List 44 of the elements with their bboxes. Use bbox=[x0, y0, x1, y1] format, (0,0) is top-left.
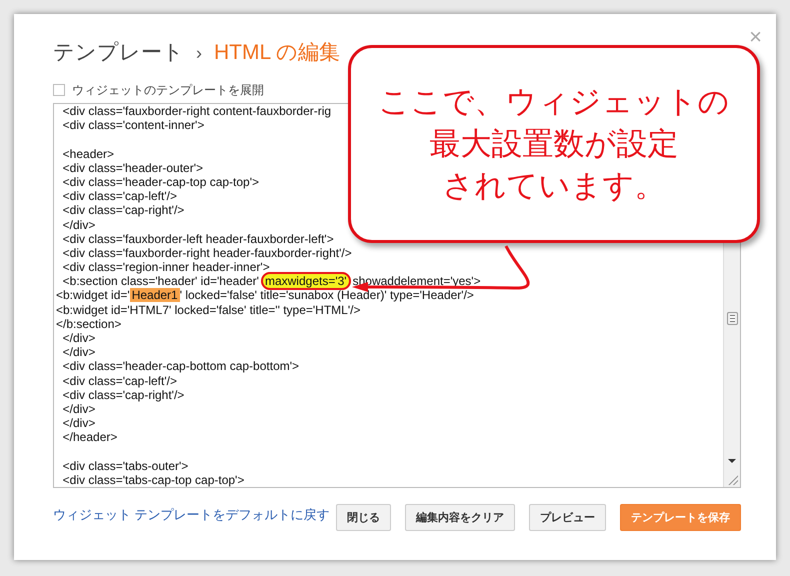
checkbox-label: ウィジェットのテンプレートを展開 bbox=[72, 82, 264, 98]
highlighted-text: Header1 bbox=[130, 288, 180, 302]
code-text: <b:section class='header' id='header' bbox=[62, 274, 259, 288]
code-line: <div class='header-outer'> bbox=[62, 160, 203, 175]
code-line: </div> bbox=[62, 331, 96, 346]
code-line: </header> bbox=[62, 430, 118, 444]
code-line: </div> bbox=[62, 402, 96, 416]
code-line: <div class='tabs-cap-top cap-top'> bbox=[62, 472, 244, 487]
code-text: showaddelement='yes'> bbox=[352, 274, 481, 288]
scroll-thumb[interactable] bbox=[726, 312, 738, 325]
code-line: </div> bbox=[62, 345, 96, 360]
code-text: ' locked='false' title='sunabox (Header)' type='Header'/> bbox=[180, 288, 474, 302]
code-line: <div class='content-inner'> bbox=[62, 118, 204, 132]
callout-text: されています。 bbox=[442, 168, 666, 204]
callout-text: ここで、ウィジェットの bbox=[378, 84, 730, 120]
scroll-down-icon[interactable] bbox=[728, 459, 736, 463]
dialog-button[interactable]: 閉じる bbox=[336, 504, 391, 531]
checkbox[interactable] bbox=[53, 84, 65, 96]
reset-link[interactable]: ウィジェット テンプレートをデフォルトに戻す bbox=[53, 506, 330, 524]
code-line: <div class='cap-right'/> bbox=[62, 388, 184, 402]
resize-grip-icon[interactable] bbox=[726, 473, 738, 485]
code-line: <div class='region-inner header-inner'> bbox=[62, 260, 270, 274]
code-line: <div class='fauxborder-right header-fauxborder-right'/> bbox=[62, 246, 352, 260]
code-line: <header> bbox=[62, 146, 114, 161]
code-line: <div class='header-cap-top cap-top'> bbox=[62, 174, 260, 190]
code-line: </b:section> bbox=[56, 316, 122, 331]
code-line: <div class='fauxborder-left header-fauxborder-left'> bbox=[62, 232, 334, 246]
code-line: <b:widget id='HTML7' locked='false' title='' type='HTML'/> bbox=[56, 302, 360, 317]
code-line: <div class='cap-left'/> bbox=[62, 374, 177, 388]
code-line: <div class='cap-right'/> bbox=[62, 203, 184, 218]
code-line: </div> bbox=[62, 218, 96, 232]
code-line: <div class='header-cap-bottom cap-bottom'> bbox=[62, 359, 300, 374]
breadcrumb-item[interactable]: テンプレート bbox=[53, 38, 184, 66]
breadcrumb-separator: › bbox=[196, 43, 202, 64]
circled-highlight: maxwidgets='3' bbox=[260, 272, 351, 290]
callout-text: 最大設置数が設定 bbox=[430, 126, 678, 162]
breadcrumb-item: HTML の編集 bbox=[214, 40, 340, 66]
code-line: <div class='fauxborder-right content-fauxborder-rig bbox=[62, 104, 332, 118]
code-line: <div class='cap-left'/> bbox=[62, 189, 177, 204]
code-line: <div class='tabs-outer'> bbox=[62, 458, 188, 473]
dialog-button[interactable]: プレビュー bbox=[529, 504, 606, 531]
code-text: <b:widget id=' bbox=[56, 288, 130, 302]
dialog-button[interactable]: 編集内容をクリア bbox=[405, 504, 515, 531]
code-line: </div> bbox=[62, 416, 96, 430]
